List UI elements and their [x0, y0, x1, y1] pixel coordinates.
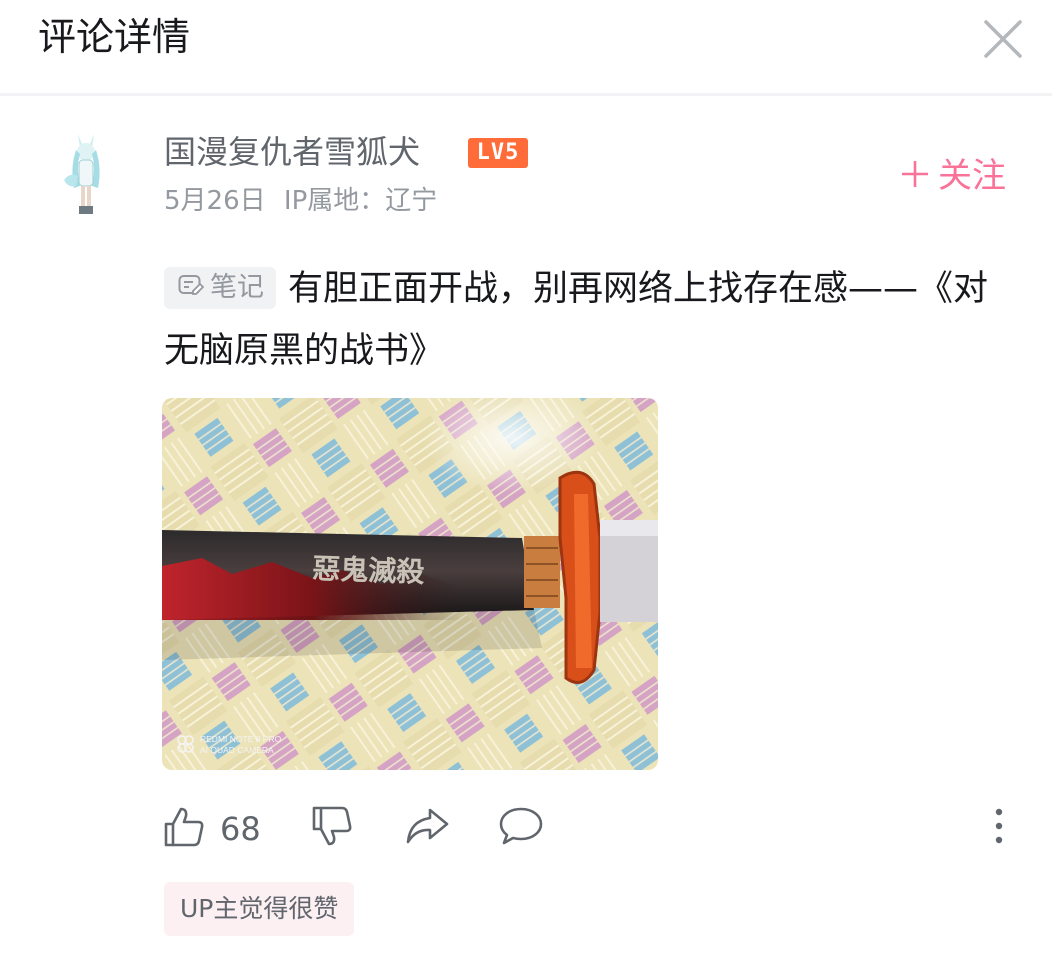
- avatar[interactable]: [56, 128, 116, 220]
- level-badge: LV5: [468, 138, 528, 168]
- comment-date: 5月26日: [164, 186, 266, 216]
- comment-image[interactable]: 惡鬼滅殺 REDMI NOTE 8 PRO AI QUAD CAMERA: [162, 398, 658, 770]
- comment-bubble-icon: [498, 807, 544, 852]
- follow-button[interactable]: 关注: [900, 154, 1006, 198]
- action-bar: 68: [162, 798, 1022, 858]
- author-name[interactable]: 国漫复仇者雪狐犬: [164, 132, 420, 172]
- like-button[interactable]: 68: [162, 804, 261, 854]
- note-icon: [178, 257, 205, 319]
- thumbs-down-icon: [310, 806, 354, 852]
- note-tag[interactable]: 笔记: [164, 267, 276, 309]
- watermark-line1: REDMI NOTE 8 PRO: [200, 734, 282, 744]
- note-tag-label: 笔记: [210, 272, 264, 303]
- follow-label: 关注: [938, 156, 1006, 196]
- comment-meta: 5月26日 IP属地：辽宁: [164, 184, 437, 218]
- close-icon[interactable]: [980, 16, 1026, 62]
- share-icon: [404, 808, 450, 852]
- page-title: 评论详情: [38, 15, 191, 59]
- reply-button[interactable]: [498, 804, 544, 854]
- up-liked-badge: UP主觉得很赞: [164, 882, 355, 936]
- blade-engraving: 惡鬼滅殺: [312, 552, 426, 589]
- thumbs-up-icon: [162, 805, 206, 853]
- ip-location: IP属地：辽宁: [283, 186, 438, 216]
- header: 评论详情: [0, 0, 1052, 96]
- share-button[interactable]: [404, 804, 450, 854]
- comment-detail-page: 评论详情 国漫复仇者雪狐犬 LV5 5月26日 IP属地：辽宁 关注 笔记 有胆…: [0, 0, 1052, 961]
- dislike-button[interactable]: [310, 804, 354, 854]
- comment-body: 笔记 有胆正面开战，别再网络上找存在感——《对无脑原黑的战书》: [164, 258, 1004, 382]
- plus-icon: [900, 154, 930, 198]
- like-count: 68: [220, 810, 261, 848]
- more-options-icon[interactable]: [984, 804, 1014, 854]
- comment-text: 有胆正面开战，别再网络上找存在感——《对无脑原黑的战书》: [164, 269, 989, 371]
- watermark-line2: AI QUAD CAMERA: [200, 745, 274, 755]
